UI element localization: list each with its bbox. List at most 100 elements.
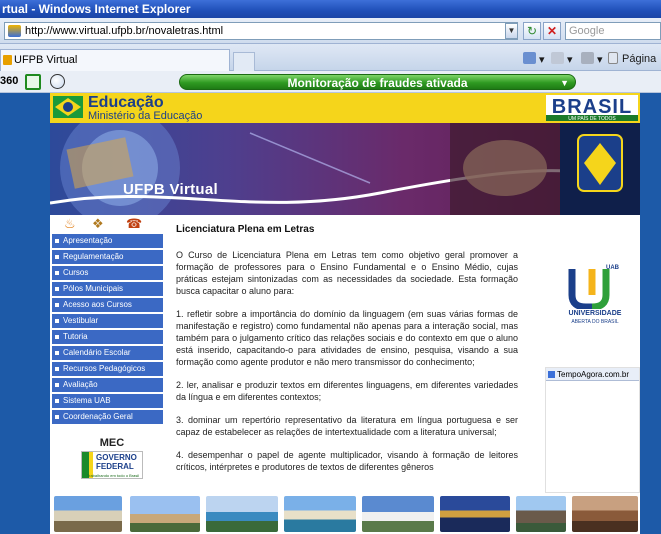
photo-thumbnail[interactable] <box>130 496 200 532</box>
bullet-icon <box>55 319 59 323</box>
site-page: Educação Ministério da Educação BRASIL U… <box>50 93 640 534</box>
gov-line2: FEDERAL <box>96 462 134 471</box>
photo-thumbnail[interactable] <box>440 496 510 532</box>
side-menu: Apresentação Regulamentação Cursos Pólos… <box>52 234 163 426</box>
site-header: Educação Ministério da Educação BRASIL U… <box>50 93 640 123</box>
menu-item-label: Pólos Municipais <box>63 284 124 293</box>
menu-item-label: Vestibular <box>63 316 99 325</box>
svg-text:BRASIL: BRASIL <box>552 96 632 118</box>
bullet-icon <box>55 383 59 387</box>
banner-title: UFPB Virtual <box>123 181 219 198</box>
tab-ufpb-virtual[interactable]: UFPB Virtual <box>0 49 230 71</box>
menu-item-label: Recursos Pedagógicos <box>63 364 146 373</box>
content-paragraph: O Curso de Licenciatura Plena em Letras … <box>176 250 518 296</box>
bullet-icon <box>55 351 59 355</box>
uab-mark-icon <box>568 269 610 309</box>
search-input[interactable]: Google <box>565 22 661 40</box>
bullet-icon <box>55 415 59 419</box>
photo-thumbnail[interactable] <box>362 496 434 532</box>
bullet-icon <box>55 335 59 339</box>
feeds-dropdown-icon[interactable]: ▾ <box>567 53 573 66</box>
menu-item-sistema-uab[interactable]: Sistema UAB <box>52 394 163 408</box>
scroll-icon[interactable]: ❖ <box>92 216 104 232</box>
refresh-button[interactable]: ↻ <box>523 22 541 40</box>
mec-logo[interactable]: MEC GOVERNO FEDERAL Trabalhando em todo … <box>72 437 152 482</box>
home-icon[interactable] <box>523 52 536 64</box>
bullet-icon <box>55 271 59 275</box>
home-dropdown-icon[interactable]: ▾ <box>539 53 545 66</box>
menu-item-tutoria[interactable]: Tutoria <box>52 330 163 344</box>
menu-item-label: Regulamentação <box>63 252 124 261</box>
menu-item-regulamentacao[interactable]: Regulamentação <box>52 250 163 264</box>
brasil-logo: BRASIL UM PAÍS DE TODOS <box>546 95 638 121</box>
address-input[interactable]: http://www.virtual.ufpb.br/novaletras.ht… <box>4 22 518 40</box>
address-url: http://www.virtual.ufpb.br/novaletras.ht… <box>25 25 224 37</box>
page-favicon-icon <box>8 25 21 37</box>
tempo-agora-label: TempoAgora.com.br <box>557 370 630 379</box>
address-row: http://www.virtual.ufpb.br/novaletras.ht… <box>0 18 661 44</box>
photo-thumbnail[interactable] <box>284 496 356 532</box>
menu-item-label: Cursos <box>63 268 89 277</box>
phone-icon[interactable]: ☎ <box>126 216 142 232</box>
print-dropdown-icon[interactable]: ▾ <box>597 53 603 66</box>
page-menu-label[interactable]: Página <box>622 53 656 65</box>
monitor-icon[interactable] <box>25 74 41 90</box>
photo-thumbnail[interactable] <box>516 496 566 532</box>
content-paragraph: 3. dominar um repertório representativo … <box>176 415 518 437</box>
photo-thumbnail[interactable] <box>54 496 122 532</box>
bullet-icon <box>55 255 59 259</box>
content-paragraph: 1. refletir sobre a importância do domín… <box>176 309 518 367</box>
main-content: Licenciatura Plena em Letras O Curso de … <box>176 224 518 484</box>
address-dropdown-button[interactable]: ▼ <box>505 23 518 39</box>
menu-item-coordenacao[interactable]: Coordenação Geral <box>52 410 163 424</box>
governo-federal-logo: GOVERNO FEDERAL Trabalhando em todo o Br… <box>81 451 143 479</box>
print-icon[interactable] <box>581 52 594 64</box>
feeds-icon[interactable] <box>551 52 564 64</box>
site-banner: UFPB Virtual <box>50 123 640 215</box>
photo-thumbnail[interactable] <box>572 496 638 532</box>
svg-text:UM PAÍS DE TODOS: UM PAÍS DE TODOS <box>568 115 616 121</box>
weather-icon <box>548 371 555 378</box>
uab-tag: UAB <box>606 265 619 271</box>
menu-item-label: Acesso aos Cursos <box>63 300 132 309</box>
tab-label: UFPB Virtual <box>14 54 78 66</box>
header-subtitle: Ministério da Educação <box>88 110 203 122</box>
menu-item-label: Avaliação <box>63 380 98 389</box>
photo-thumbnail[interactable] <box>206 496 278 532</box>
menu-item-polos[interactable]: Pólos Municipais <box>52 282 163 296</box>
menu-item-vestibular[interactable]: Vestibular <box>52 314 163 328</box>
banner-artwork <box>50 123 640 215</box>
menu-item-label: Tutoria <box>63 332 88 341</box>
toolbar-row: 360 Monitoração de fraudes ativada ▼ <box>0 71 661 93</box>
menu-item-recursos[interactable]: Recursos Pedagógicos <box>52 362 163 376</box>
new-tab-button[interactable] <box>233 52 255 71</box>
content-paragraph: 4. desempenhar o papel de agente multipl… <box>176 450 518 472</box>
menu-item-label: Calendário Escolar <box>63 348 131 357</box>
quick-icons: ♨ ❖ ☎ <box>50 215 162 234</box>
bullet-icon <box>55 367 59 371</box>
bullet-icon <box>55 239 59 243</box>
globe-icon[interactable] <box>50 74 65 89</box>
menu-item-label: Coordenação Geral <box>63 412 133 421</box>
fraud-monitor-bar[interactable]: Monitoração de fraudes ativada ▼ <box>179 74 576 90</box>
gov-sub: Trabalhando em todo o Brasil <box>86 473 140 478</box>
tempo-agora-widget[interactable]: TempoAgora.com.br <box>545 367 640 493</box>
gov-text: GOVERNO FEDERAL <box>96 453 137 471</box>
window-title: rtual - Windows Internet Explorer <box>0 0 661 18</box>
flame-icon[interactable]: ♨ <box>64 216 76 232</box>
menu-item-cursos[interactable]: Cursos <box>52 266 163 280</box>
menu-item-apresentacao[interactable]: Apresentação <box>52 234 163 248</box>
page-viewport: Educação Ministério da Educação BRASIL U… <box>0 93 661 534</box>
fraud-monitor-label: Monitoração de fraudes ativada <box>287 76 468 90</box>
menu-item-avaliacao[interactable]: Avaliação <box>52 378 163 392</box>
tab-favicon-icon <box>3 55 12 65</box>
menu-item-acesso[interactable]: Acesso aos Cursos <box>52 298 163 312</box>
menu-item-label: Sistema UAB <box>63 396 111 405</box>
menu-item-calendario[interactable]: Calendário Escolar <box>52 346 163 360</box>
bullet-icon <box>55 399 59 403</box>
stop-button[interactable]: ✕ <box>543 22 561 40</box>
uab-sub: ABERTA DO BRASIL <box>571 319 619 325</box>
brazil-flag-icon <box>53 96 83 118</box>
uab-logo[interactable]: UAB UNIVERSIDADE ABERTA DO BRASIL <box>566 265 624 327</box>
page-menu-icon[interactable] <box>608 52 618 64</box>
